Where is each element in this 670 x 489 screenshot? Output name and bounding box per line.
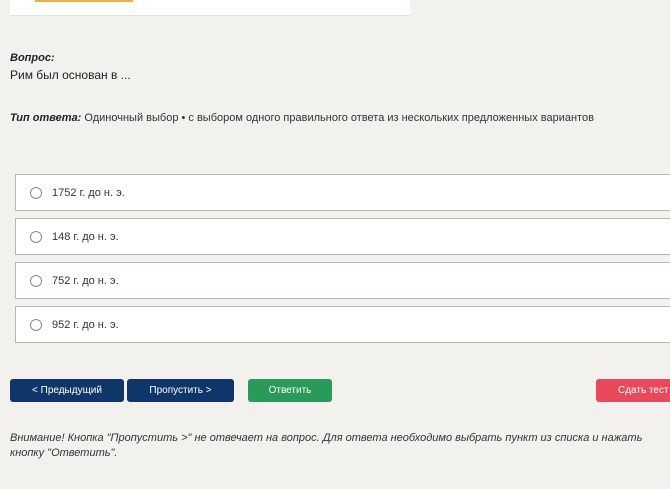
radio-button[interactable] — [30, 318, 42, 331]
top-accent-bar — [35, 0, 133, 2]
answer-option-label: 952 г. до н. э. — [52, 318, 119, 331]
answer-options: 1752 г. до н. э. 148 г. до н. э. 752 г. … — [15, 174, 670, 350]
answer-option[interactable]: 752 г. до н. э. — [15, 262, 670, 299]
answer-type-value: Одиночный выбор • с выбором одного прави… — [84, 112, 594, 124]
question-label: Вопрос: — [10, 52, 55, 64]
top-panel — [10, 0, 410, 16]
answer-option-label: 148 г. до н. э. — [52, 230, 119, 243]
answer-option-label: 1752 г. до н. э. — [52, 186, 125, 199]
warning-note: Внимание! Кнопка "Пропустить >" не отвеч… — [10, 432, 643, 459]
answer-option-label: 752 г. до н. э. — [52, 274, 119, 287]
radio-button[interactable] — [30, 186, 42, 199]
answer-type-label: Тип ответа: — [10, 112, 82, 124]
answer-option[interactable]: 1752 г. до н. э. — [15, 174, 670, 211]
answer-option[interactable]: 148 г. до н. э. — [15, 218, 670, 255]
radio-button[interactable] — [30, 230, 42, 243]
answer-button[interactable]: Ответить — [248, 379, 332, 402]
radio-button[interactable] — [30, 274, 42, 287]
answer-option[interactable]: 952 г. до н. э. — [15, 306, 670, 343]
question-text: Рим был основан в ... — [10, 68, 131, 82]
previous-button[interactable]: < Предыдущий — [10, 379, 124, 402]
answer-type: Тип ответа: Одиночный выбор • с выбором … — [10, 112, 594, 124]
skip-button[interactable]: Пропустить > — [127, 379, 234, 402]
submit-test-button[interactable]: Сдать тест — [596, 379, 670, 402]
